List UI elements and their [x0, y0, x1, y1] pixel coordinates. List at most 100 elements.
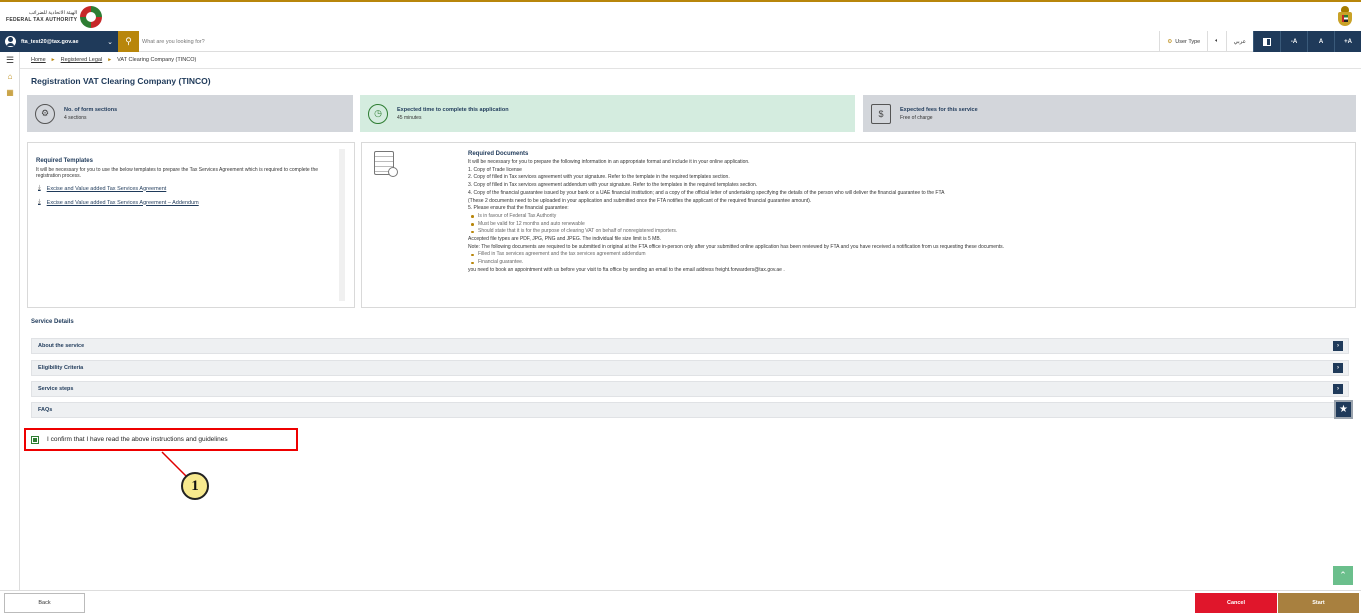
chevron-right-icon[interactable]: ›	[1333, 363, 1343, 373]
gear-icon: ⚙	[1167, 38, 1173, 45]
document-search-icon	[374, 151, 398, 177]
accordion-label: Service steps	[38, 386, 74, 392]
document-bullet: Filled in Tax services agreement and the…	[468, 251, 1348, 259]
accordion-label: FAQs	[38, 407, 53, 413]
nav-right-tools: ⚙ User Type 🔈︎ عربي -A A +A	[1159, 31, 1361, 52]
search-input[interactable]	[142, 34, 542, 49]
fta-logo-icon	[80, 6, 103, 28]
money-icon: $	[871, 103, 891, 124]
required-templates-panel: Required Templates It will be necessary …	[27, 142, 355, 308]
font-decrease-button[interactable]: -A	[1280, 31, 1307, 52]
document-bullet: Must be valid for 12 months and auto ren…	[468, 221, 1348, 229]
logo-arabic: الهيئة الاتحادية للضرائب	[28, 10, 78, 16]
speaker-icon: 🔈︎	[1215, 38, 1219, 44]
breadcrumb: Home ► Registered Legal ► VAT Clearing C…	[31, 57, 196, 63]
confirm-label[interactable]: I confirm that I have read the above ins…	[47, 436, 228, 443]
cancel-button[interactable]: Cancel	[1195, 593, 1277, 613]
font-normal-button[interactable]: A	[1307, 31, 1334, 52]
document-bullet: Is in favour of Federal Tax Authority	[468, 213, 1348, 221]
service-details-title: Service Details	[31, 319, 74, 325]
form-sections-card: ⚙ No. of form sections 4 sections	[27, 95, 353, 132]
logo-english: FEDERAL TAX AUTHORITY	[6, 17, 78, 23]
chevron-right-icon[interactable]: ›	[1333, 384, 1343, 394]
expected-time-value: 45 minutes	[397, 114, 422, 121]
breadcrumb-current: VAT Clearing Company (TINCO)	[117, 57, 197, 63]
document-line: 2. Copy of filled in Tax services agreem…	[468, 174, 730, 181]
document-line: 5. Please ensure that the financial guar…	[468, 205, 569, 212]
top-header: الهيئة الاتحادية للضرائب FEDERAL TAX AUT…	[0, 0, 1361, 31]
required-documents-list: It will be necessary for you to prepare …	[468, 159, 1348, 275]
footer-bar: Back Cancel Start	[0, 590, 1361, 615]
grid-icon[interactable]: ▦	[0, 84, 20, 100]
document-bullet: Should state that it is for the purpose …	[468, 228, 1348, 236]
favorite-star-button[interactable]: ★	[1334, 400, 1353, 419]
settings-cycle-icon: ⚙	[35, 103, 55, 124]
breadcrumb-home[interactable]: Home	[31, 57, 46, 63]
navbar: fta_test20@tax.gov.ae ⌄ ⚲ ⚙ User Type 🔈︎…	[0, 31, 1361, 52]
accordion-label: About the service	[38, 343, 85, 349]
user-type-label: User Type	[1175, 38, 1201, 45]
download-icon: ⤓	[38, 199, 41, 205]
logo-text: الهيئة الاتحادية للضرائب FEDERAL TAX AUT…	[6, 10, 77, 24]
form-sections-value: 4 sections	[64, 114, 87, 121]
document-line: (These 2 documents need to be uploaded i…	[468, 197, 812, 204]
document-line: 1. Copy of Trade license	[468, 166, 522, 173]
read-aloud-button[interactable]: 🔈︎	[1207, 31, 1225, 52]
document-line: Note: The following documents are requir…	[468, 243, 1005, 250]
expected-time-card: ◷ Expected time to complete this applica…	[360, 95, 855, 132]
clock-icon: ◷	[368, 103, 388, 124]
document-line: 3. Copy of filled in Tax services agreem…	[468, 182, 758, 189]
confirm-highlight: I confirm that I have read the above ins…	[24, 428, 298, 451]
breadcrumb-registered-legal[interactable]: Registered Legal	[61, 57, 103, 63]
callout-badge: 1	[181, 472, 209, 500]
required-templates-heading: Required Templates	[36, 158, 93, 164]
chevron-down-icon: ⌄	[107, 38, 113, 46]
document-line: you need to book an appointment with us …	[468, 266, 785, 273]
template-link-addendum[interactable]: ⤓ Excise and Value added Tax Services Ag…	[38, 199, 199, 206]
download-icon: ⤓	[38, 185, 41, 191]
uae-emblem-icon	[1337, 6, 1353, 28]
font-increase-button[interactable]: +A	[1334, 31, 1361, 52]
accordion-faqs[interactable]: FAQs	[31, 402, 1349, 418]
breadcrumb-divider	[20, 68, 1361, 69]
document-line: 4. Copy of the financial guarantee issue…	[468, 189, 945, 196]
hamburger-menu-icon[interactable]: ☰	[0, 52, 20, 68]
required-documents-heading: Required Documents	[468, 151, 529, 157]
scrollbar[interactable]	[339, 149, 345, 301]
back-button[interactable]: Back	[4, 593, 85, 613]
document-line: Accepted file types are PDF, JPG, PNG an…	[468, 236, 662, 243]
breadcrumb-separator-icon: ►	[50, 57, 56, 63]
user-avatar-icon	[5, 36, 16, 47]
expected-fees-label: Expected fees for this service	[900, 106, 978, 113]
contrast-toggle[interactable]	[1253, 31, 1280, 52]
page-title: Registration VAT Clearing Company (TINCO…	[31, 76, 211, 86]
language-toggle[interactable]: عربي	[1225, 31, 1253, 52]
breadcrumb-separator-icon: ►	[107, 57, 113, 63]
required-documents-panel: Required Documents It will be necessary …	[361, 142, 1356, 308]
expected-time-label: Expected time to complete this applicati…	[397, 106, 509, 113]
contrast-icon	[1263, 37, 1271, 46]
expected-fees-card: $ Expected fees for this service Free of…	[863, 95, 1356, 132]
form-sections-label: No. of form sections	[64, 106, 118, 113]
template-link-agreement[interactable]: ⤓ Excise and Value added Tax Services Ag…	[38, 185, 166, 192]
accordion-service-steps[interactable]: Service steps ›	[31, 381, 1349, 397]
start-button[interactable]: Start	[1278, 593, 1359, 613]
confirm-checkbox[interactable]	[31, 435, 39, 444]
template-link-label: Excise and Value added Tax Services Agre…	[46, 185, 167, 192]
user-email: fta_test20@tax.gov.ae	[21, 38, 79, 45]
language-label: عربي	[1233, 38, 1246, 45]
sidebar: ☰ ⌂ ▦	[0, 52, 20, 590]
user-menu[interactable]: fta_test20@tax.gov.ae ⌄	[0, 31, 118, 52]
document-line: It will be necessary for you to prepare …	[468, 159, 750, 165]
document-bullet: Financial guarantee.	[468, 259, 1348, 267]
accordion-about-service[interactable]: About the service ›	[31, 338, 1349, 354]
chevron-right-icon[interactable]: ›	[1333, 341, 1343, 351]
accordion-eligibility[interactable]: Eligibility Criteria ›	[31, 360, 1349, 376]
home-icon[interactable]: ⌂	[0, 68, 20, 84]
search-button[interactable]: ⚲	[118, 31, 139, 52]
user-type-selector[interactable]: ⚙ User Type	[1159, 31, 1207, 52]
expected-fees-value: Free of charge	[900, 114, 933, 121]
required-templates-description: It will be necessary for you to use the …	[36, 167, 318, 179]
fta-logo[interactable]: الهيئة الاتحادية للضرائب FEDERAL TAX AUT…	[6, 6, 103, 28]
scroll-top-button[interactable]: ⌃	[1333, 566, 1353, 585]
